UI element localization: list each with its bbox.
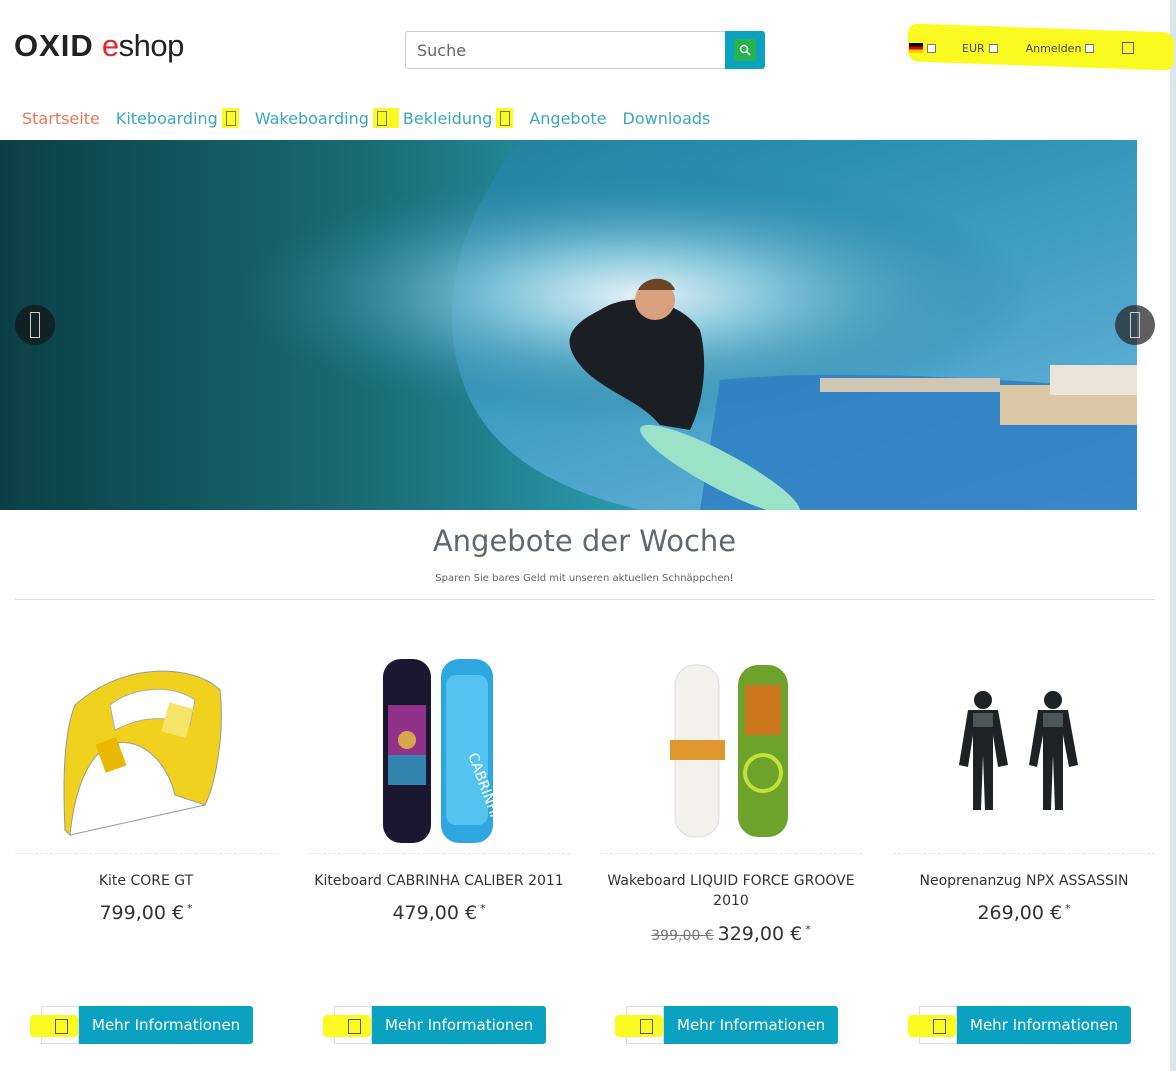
compare-icon[interactable] bbox=[323, 1006, 372, 1044]
search-form bbox=[405, 31, 765, 69]
product-separator bbox=[893, 853, 1155, 854]
german-flag-icon bbox=[909, 43, 923, 53]
chevron-left-icon bbox=[30, 312, 40, 338]
product-separator bbox=[600, 853, 862, 854]
product-title[interactable]: Kiteboard CABRINHA CALIBER 2011 bbox=[308, 871, 570, 891]
product-price: 269,00 € * bbox=[893, 902, 1155, 924]
more-info-button[interactable]: Mehr Informationen bbox=[79, 1006, 254, 1044]
nav-item-kiteboarding[interactable]: Kiteboarding bbox=[116, 108, 239, 128]
shop-logo[interactable]: OXID eshop bbox=[14, 28, 184, 64]
product-image[interactable] bbox=[893, 645, 1155, 850]
logo-oxid: OXID bbox=[14, 28, 94, 63]
compare-icon[interactable] bbox=[30, 1006, 79, 1044]
search-icon bbox=[734, 39, 756, 61]
old-price: 399,00 € bbox=[651, 928, 714, 944]
carousel-prev-button[interactable] bbox=[15, 305, 55, 345]
product-card: Neoprenanzug NPX ASSASSIN 269,00 € * Mehr… bbox=[893, 645, 1155, 1065]
surfer-image bbox=[0, 140, 1137, 510]
currency-label: EUR bbox=[962, 41, 985, 55]
login-label: Anmelden bbox=[1025, 41, 1082, 55]
compare-icon[interactable] bbox=[615, 1006, 664, 1044]
product-image[interactable] bbox=[15, 645, 277, 850]
section-title: Angebote der Woche bbox=[432, 524, 737, 558]
carousel-next-button[interactable] bbox=[1115, 305, 1155, 345]
logo-e: e bbox=[101, 28, 119, 63]
more-info-button[interactable]: Mehr Informationen bbox=[957, 1006, 1132, 1044]
product-card: Wakeboard LIQUID FORCE GROOVE 2010 399,0… bbox=[600, 645, 862, 1065]
product-card: Kite CORE GT 799,00 € * Mehr Informatione… bbox=[15, 645, 277, 1065]
product-title[interactable]: Kite CORE GT bbox=[15, 871, 277, 891]
product-separator bbox=[15, 853, 277, 854]
dropdown-icon bbox=[988, 43, 998, 53]
price-value: 269,00 € bbox=[977, 902, 1063, 924]
price-note: * bbox=[1065, 902, 1071, 915]
product-price: 399,00 €329,00 € * bbox=[600, 923, 862, 945]
more-info-group: Mehr Informationen bbox=[615, 1006, 839, 1044]
product-title[interactable]: Neoprenanzug NPX ASSASSIN bbox=[893, 871, 1155, 891]
main-navigation: Startseite Kiteboarding Wakeboarding Bek… bbox=[22, 108, 726, 128]
currency-selector[interactable]: EUR bbox=[962, 42, 998, 55]
search-button[interactable] bbox=[725, 31, 765, 69]
hero-banner[interactable] bbox=[0, 140, 1137, 510]
nav-label: Startseite bbox=[22, 108, 100, 128]
nav-item-downloads[interactable]: Downloads bbox=[623, 109, 711, 128]
dropdown-icon bbox=[372, 108, 399, 128]
login-link[interactable]: Anmelden bbox=[1026, 42, 1095, 55]
nav-label: Bekleidung bbox=[402, 108, 493, 128]
dropdown-icon bbox=[496, 108, 514, 128]
product-card: CABRINHA Kiteboard CABRINHA CALIBER 2011… bbox=[308, 645, 570, 1065]
price-value: 479,00 € bbox=[392, 902, 478, 924]
cart-icon[interactable] bbox=[1122, 42, 1135, 54]
product-title[interactable]: Wakeboard LIQUID FORCE GROOVE 2010 bbox=[600, 871, 862, 911]
chevron-right-icon bbox=[1130, 312, 1140, 338]
nav-item-startseite[interactable]: Startseite bbox=[22, 109, 100, 128]
dropdown-icon bbox=[1085, 43, 1095, 53]
compare-icon[interactable] bbox=[908, 1006, 957, 1044]
nav-label: Downloads bbox=[622, 108, 711, 128]
page-scroll-rail bbox=[1170, 0, 1176, 1071]
nav-label: Angebote bbox=[529, 108, 607, 128]
price-note: * bbox=[805, 923, 811, 936]
logo-shop: shop bbox=[118, 28, 185, 63]
nav-label: Wakeboarding bbox=[254, 108, 369, 128]
nav-item-wakeboarding[interactable]: Wakeboarding bbox=[255, 108, 399, 128]
section-divider bbox=[15, 599, 1155, 600]
more-info-group: Mehr Informationen bbox=[323, 1006, 547, 1044]
language-selector[interactable] bbox=[909, 43, 936, 53]
dropdown-icon bbox=[927, 43, 936, 53]
more-info-group: Mehr Informationen bbox=[908, 1006, 1132, 1044]
more-info-button[interactable]: Mehr Informationen bbox=[372, 1006, 547, 1044]
nav-item-bekleidung[interactable]: Bekleidung bbox=[402, 108, 514, 128]
section-subtitle: Sparen Sie bares Geld mit unseren aktuel… bbox=[435, 573, 734, 584]
product-image[interactable]: CABRINHA bbox=[308, 645, 570, 850]
product-price: 479,00 € * bbox=[308, 902, 570, 924]
nav-item-angebote[interactable]: Angebote bbox=[529, 109, 606, 128]
product-separator bbox=[308, 853, 570, 854]
price-value: 329,00 € bbox=[717, 923, 803, 945]
search-input[interactable] bbox=[406, 32, 726, 68]
product-price: 799,00 € * bbox=[15, 902, 277, 924]
price-value: 799,00 € bbox=[99, 902, 185, 924]
price-note: * bbox=[187, 902, 193, 915]
price-note: * bbox=[480, 902, 486, 915]
service-bar: EUR Anmelden bbox=[909, 38, 1135, 58]
nav-label: Kiteboarding bbox=[115, 108, 218, 128]
dropdown-icon bbox=[221, 108, 239, 128]
more-info-button[interactable]: Mehr Informationen bbox=[664, 1006, 839, 1044]
more-info-group: Mehr Informationen bbox=[30, 1006, 254, 1044]
product-image[interactable] bbox=[600, 645, 862, 850]
